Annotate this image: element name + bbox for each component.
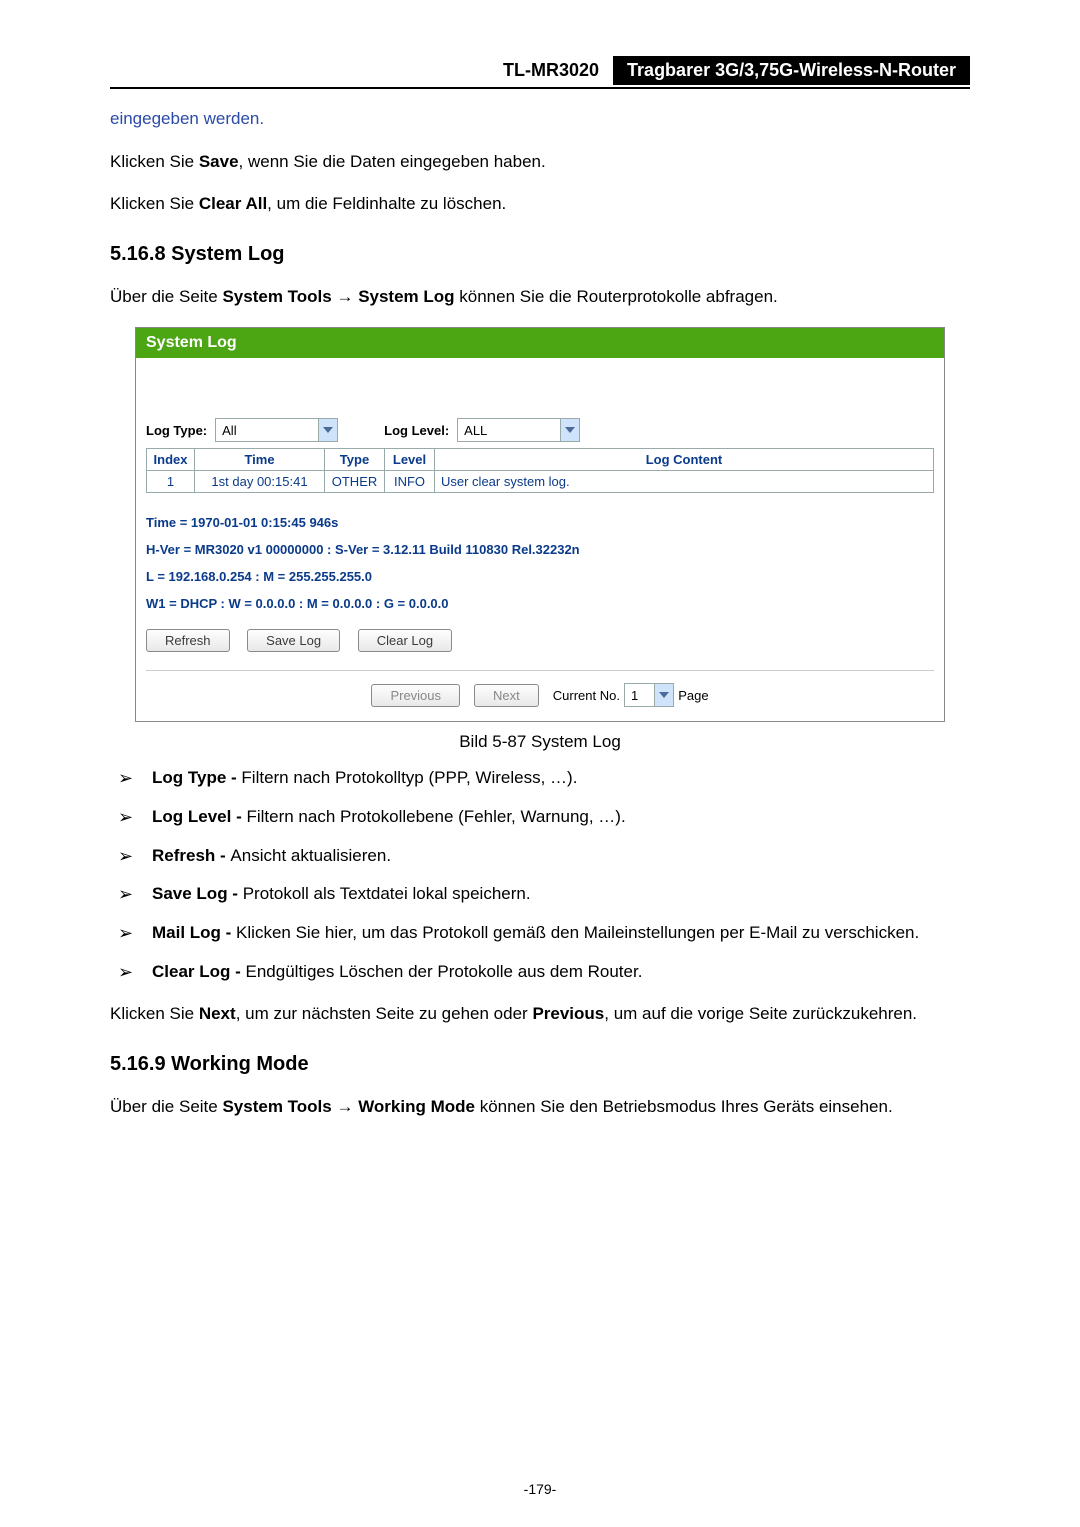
logtype-label: Log Type: bbox=[146, 423, 207, 438]
info-time: Time = 1970-01-01 0:15:45 946s bbox=[146, 515, 934, 530]
systemlog-screenshot: System Log Log Type: All Log Level: ALL bbox=[135, 327, 945, 722]
refresh-button[interactable]: Refresh bbox=[146, 629, 230, 652]
list-item: Log Level - Filtern nach Protokollebene … bbox=[118, 805, 970, 830]
info-lan: L = 192.168.0.254 : M = 255.255.255.0 bbox=[146, 569, 934, 584]
header-model: TL-MR3020 bbox=[489, 56, 613, 85]
table-row: 1 1st day 00:15:41 OTHER INFO User clear… bbox=[147, 471, 934, 493]
list-item: Refresh - Ansicht aktualisieren. bbox=[118, 844, 970, 869]
page-label: Page bbox=[678, 688, 708, 703]
logtype-select[interactable]: All bbox=[215, 418, 338, 442]
save-line: Klicken Sie Save, wenn Sie die Daten ein… bbox=[110, 150, 970, 175]
intro-systemlog: Über die Seite System Tools → System Log… bbox=[110, 284, 970, 310]
list-item: Save Log - Protokoll als Textdatei lokal… bbox=[118, 882, 970, 907]
page-number: -179- bbox=[0, 1481, 1080, 1497]
figure-caption: Bild 5-87 System Log bbox=[110, 732, 970, 752]
header-rule bbox=[110, 87, 970, 89]
top-note: eingegeben werden. bbox=[110, 107, 970, 132]
list-item: Mail Log - Klicken Sie hier, um das Prot… bbox=[118, 921, 970, 946]
chevron-down-icon bbox=[654, 684, 673, 706]
section-heading-systemlog: 5.16.8 System Log bbox=[110, 243, 970, 266]
panel-title: System Log bbox=[136, 328, 944, 358]
intro-workingmode: Über die Seite System Tools → Working Mo… bbox=[110, 1094, 970, 1120]
section-heading-workingmode: 5.16.9 Working Mode bbox=[110, 1053, 970, 1076]
info-version: H-Ver = MR3020 v1 00000000 : S-Ver = 3.1… bbox=[146, 542, 934, 557]
nav-line: Klicken Sie Next, um zur nächsten Seite … bbox=[110, 1002, 970, 1027]
chevron-down-icon bbox=[318, 419, 337, 441]
info-block: Time = 1970-01-01 0:15:45 946s H-Ver = M… bbox=[146, 515, 934, 611]
clearall-line: Klicken Sie Clear All, um die Feldinhalt… bbox=[110, 192, 970, 217]
clearlog-button[interactable]: Clear Log bbox=[358, 629, 452, 652]
header-title: Tragbarer 3G/3,75G-Wireless-N-Router bbox=[613, 56, 970, 85]
doc-header: TL-MR3020 Tragbarer 3G/3,75G-Wireless-N-… bbox=[110, 56, 970, 85]
list-item: Clear Log - Endgültiges Löschen der Prot… bbox=[118, 960, 970, 985]
log-table: Index Time Type Level Log Content 1 1st … bbox=[146, 448, 934, 493]
savelog-button[interactable]: Save Log bbox=[247, 629, 340, 652]
list-item: Log Type - Filtern nach Protokolltyp (PP… bbox=[118, 766, 970, 791]
currentno-label: Current No. bbox=[553, 688, 620, 703]
info-wan: W1 = DHCP : W = 0.0.0.0 : M = 0.0.0.0 : … bbox=[146, 596, 934, 611]
loglevel-select[interactable]: ALL bbox=[457, 418, 580, 442]
next-button[interactable]: Next bbox=[474, 684, 539, 707]
currentno-select[interactable]: 1 bbox=[624, 683, 674, 707]
loglevel-label: Log Level: bbox=[384, 423, 449, 438]
table-header-row: Index Time Type Level Log Content bbox=[147, 449, 934, 471]
previous-button[interactable]: Previous bbox=[371, 684, 460, 707]
chevron-down-icon bbox=[560, 419, 579, 441]
